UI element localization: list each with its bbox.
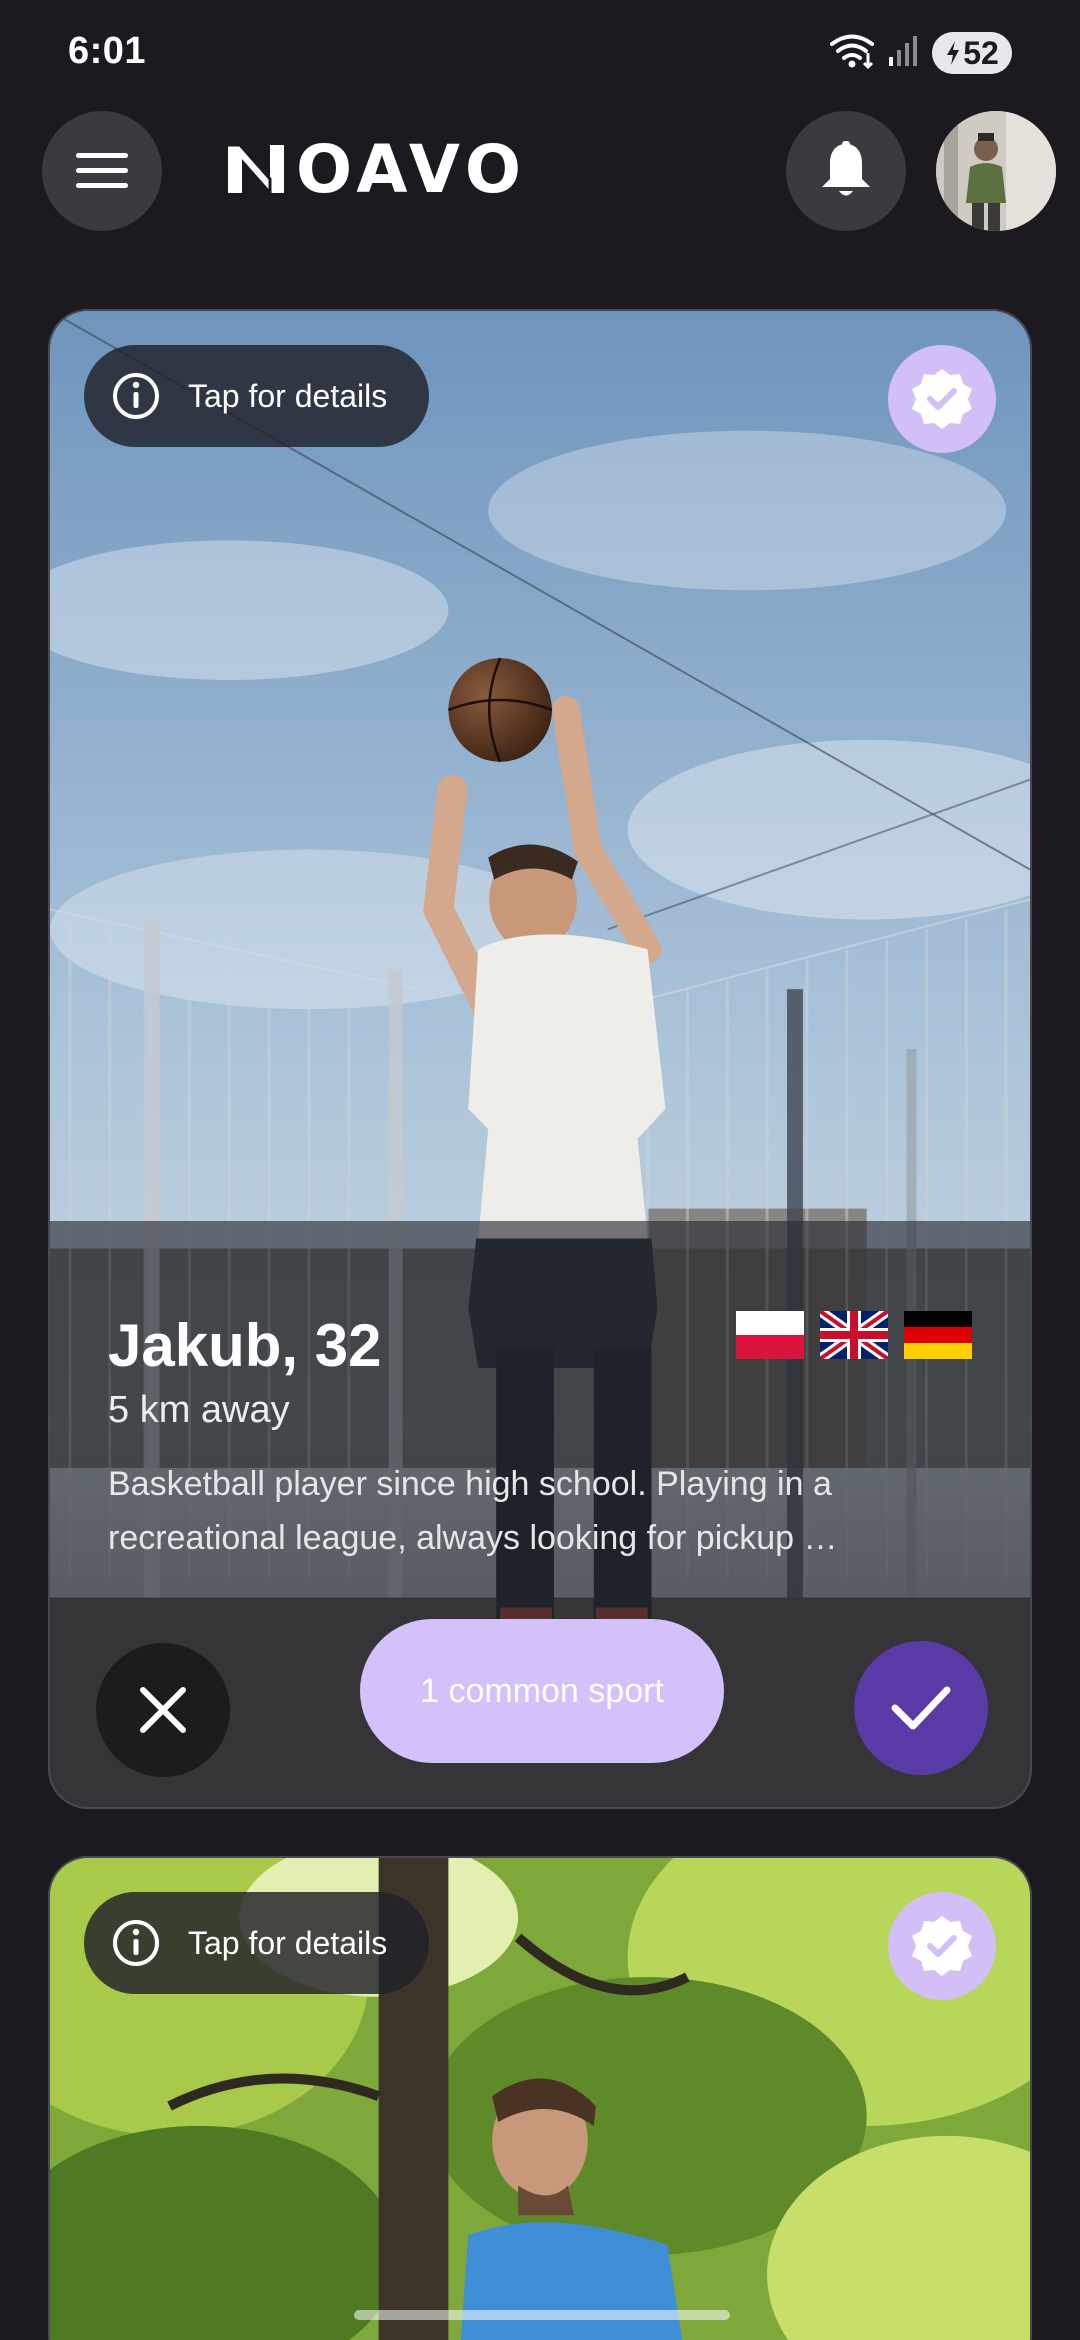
info-icon	[113, 373, 159, 419]
uk-flag-icon	[820, 1311, 888, 1359]
bell-icon	[822, 141, 870, 196]
profile-name-age: Jakub, 32	[108, 1312, 382, 1379]
charging-bolt-icon	[947, 41, 960, 65]
status-time: 6:01	[68, 30, 147, 72]
avatar-photo	[936, 111, 1056, 231]
wifi-icon	[830, 33, 874, 74]
battery-level: 52	[963, 34, 999, 71]
profile-card[interactable]: Tap for details Jakub, 32 5 km away Bask…	[48, 309, 1032, 1809]
profile-bio: Basketball player since high school. Pla…	[108, 1465, 838, 1557]
battery-icon: 52	[932, 32, 1012, 74]
menu-icon	[76, 153, 128, 188]
notifications-button[interactable]	[786, 111, 906, 231]
details-label: Tap for details	[188, 377, 388, 414]
verified-icon	[912, 369, 972, 429]
info-icon	[113, 1920, 159, 1966]
profile-card[interactable]: Tap for details	[48, 1856, 1032, 2340]
status-icons: 52	[830, 30, 1012, 76]
verified-badge	[888, 1892, 996, 2000]
status-bar: 6:01 52	[0, 0, 1080, 105]
tap-for-details-button[interactable]: Tap for details	[84, 1892, 430, 1994]
home-indicator[interactable]	[354, 2310, 730, 2320]
common-sport-button[interactable]: 1 common sport	[360, 1619, 724, 1763]
poland-flag-icon	[736, 1311, 804, 1359]
details-label: Tap for details	[188, 1924, 388, 1961]
profile-distance: 5 km away	[108, 1389, 290, 1431]
app-header: OAVO	[0, 105, 1080, 255]
verified-icon	[912, 1916, 972, 1976]
close-icon	[140, 1687, 186, 1733]
logo-text: OAVO	[296, 130, 527, 208]
germany-flag-icon	[904, 1311, 972, 1359]
screen: 6:01 52 OAVO Tap for details Jakub, 32 5…	[0, 0, 1080, 2340]
check-icon	[891, 1686, 951, 1730]
reject-button[interactable]	[96, 1643, 230, 1777]
verified-badge	[888, 345, 996, 453]
app-logo: OAVO	[224, 131, 527, 208]
avatar[interactable]	[936, 111, 1056, 231]
accept-button[interactable]	[854, 1641, 988, 1775]
signal-icon	[888, 35, 918, 72]
language-flags	[736, 1311, 972, 1359]
logo-mark-icon	[228, 143, 284, 193]
tap-for-details-button[interactable]: Tap for details	[84, 345, 430, 447]
menu-button[interactable]	[42, 111, 162, 231]
